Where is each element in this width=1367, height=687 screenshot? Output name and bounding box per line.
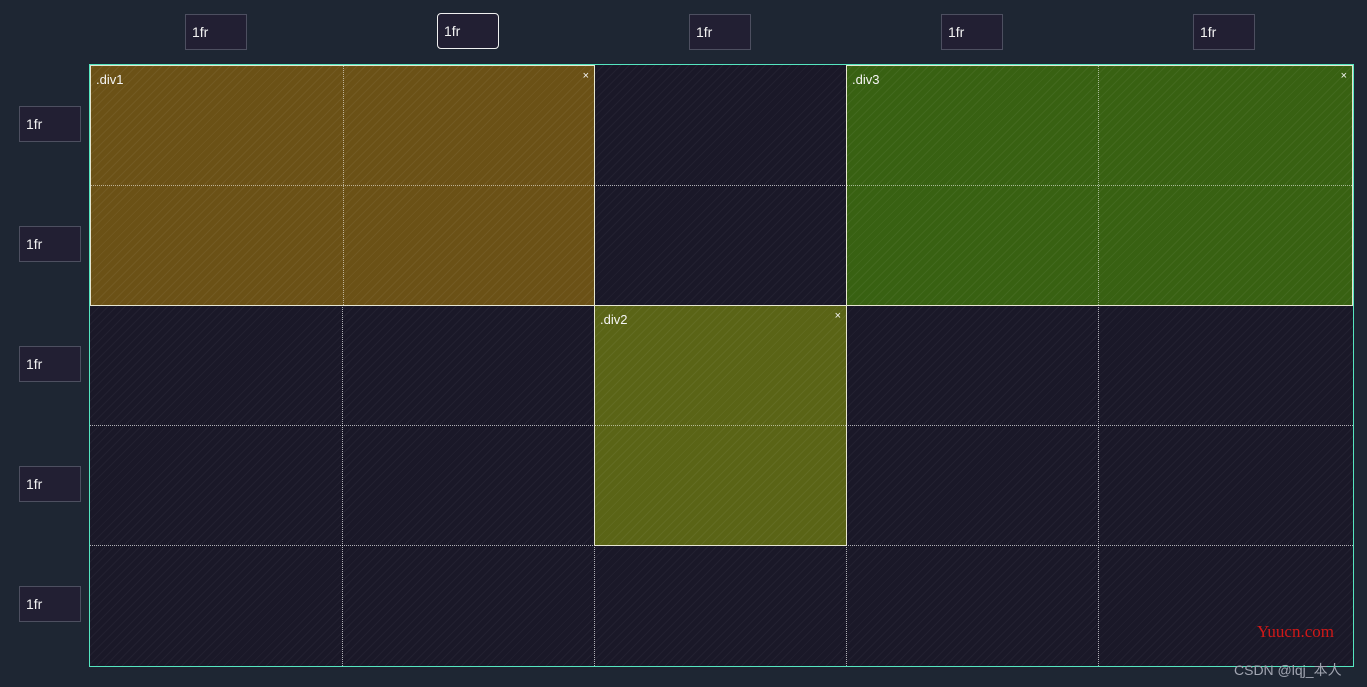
- grid-area-div1[interactable]: .div1 ×: [90, 65, 595, 306]
- column-2-size-input[interactable]: 1fr: [437, 13, 499, 49]
- close-icon[interactable]: ×: [1341, 70, 1347, 82]
- row-4-size-input[interactable]: 1fr: [19, 466, 81, 502]
- area-label-div3: .div3: [852, 72, 880, 87]
- grid-row-line: [847, 185, 1352, 186]
- row-1-size-input[interactable]: 1fr: [19, 106, 81, 142]
- grid-area-div3[interactable]: .div3 ×: [846, 65, 1353, 306]
- grid-area-div2[interactable]: .div2 ×: [594, 305, 847, 546]
- close-icon[interactable]: ×: [835, 310, 841, 322]
- column-5-size-input[interactable]: 1fr: [1193, 14, 1255, 50]
- row-2-size-input[interactable]: 1fr: [19, 226, 81, 262]
- grid-container[interactable]: .div1 × .div2 × .div3 ×: [89, 64, 1354, 667]
- author-watermark: CSDN @lqj_本人: [1234, 662, 1342, 678]
- column-1-size-input[interactable]: 1fr: [185, 14, 247, 50]
- column-4-size-input[interactable]: 1fr: [941, 14, 1003, 50]
- area-label-div2: .div2: [600, 312, 628, 327]
- row-3-size-input[interactable]: 1fr: [19, 346, 81, 382]
- grid-row-line: [595, 425, 846, 426]
- grid-row-line: [91, 185, 594, 186]
- close-icon[interactable]: ×: [583, 70, 589, 82]
- area-label-div1: .div1: [96, 72, 124, 87]
- site-watermark: Yuucn.com: [1257, 622, 1334, 641]
- row-5-size-input[interactable]: 1fr: [19, 586, 81, 622]
- column-3-size-input[interactable]: 1fr: [689, 14, 751, 50]
